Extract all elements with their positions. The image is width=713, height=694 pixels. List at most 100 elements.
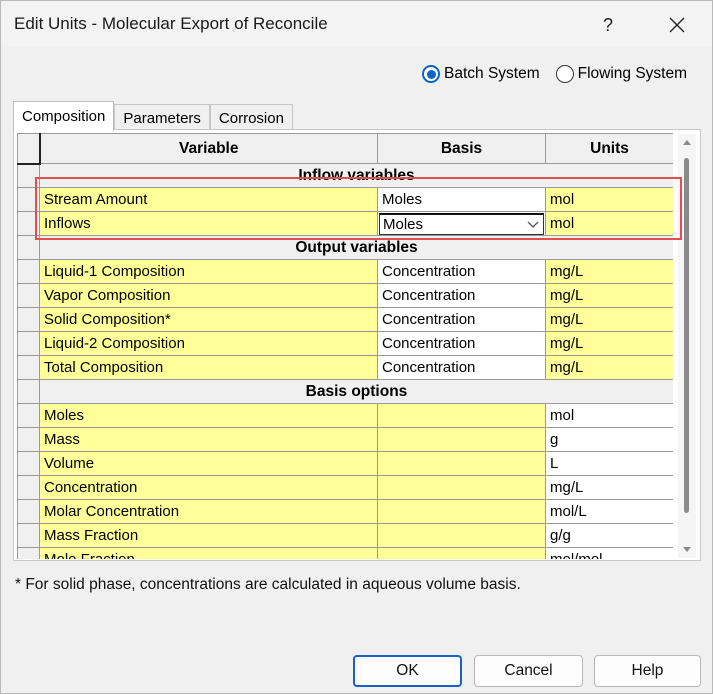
table-row[interactable]: Liquid-1 Composition Concentration mg/L (17, 259, 673, 284)
basis-cell[interactable]: Concentration (377, 259, 546, 284)
units-cell[interactable]: mol (545, 403, 673, 428)
tab-strip: Composition Parameters Corrosion (13, 101, 293, 132)
header-units[interactable]: Units (545, 133, 673, 164)
edit-units-dialog: Edit Units - Molecular Export of Reconci… (0, 0, 713, 694)
basis-cell[interactable]: Moles (377, 187, 546, 212)
radio-batch-system[interactable]: Batch System (422, 65, 540, 83)
scroll-down-arrow-icon[interactable] (683, 547, 691, 552)
row-header (17, 235, 40, 260)
basis-cell[interactable]: Concentration (377, 283, 546, 308)
row-header[interactable] (17, 331, 40, 356)
row-header[interactable] (17, 451, 40, 476)
variable-cell[interactable]: Liquid-1 Composition (39, 259, 378, 284)
section-inflow-label: Inflow variables (39, 163, 673, 188)
row-header[interactable] (17, 355, 40, 380)
table-row[interactable]: Moles mol (17, 403, 673, 428)
close-button[interactable] (654, 7, 700, 43)
grid-corner[interactable] (17, 133, 41, 165)
units-cell[interactable]: mol (545, 211, 673, 236)
units-cell[interactable]: mg/L (545, 259, 673, 284)
vertical-scrollbar[interactable] (678, 134, 696, 558)
radio-flowing-indicator[interactable] (555, 65, 574, 83)
units-cell[interactable]: g (545, 427, 673, 452)
basis-cell[interactable]: Concentration (377, 307, 546, 332)
variable-cell[interactable]: Moles (39, 403, 378, 428)
units-cell[interactable]: mg/L (545, 283, 673, 308)
header-variable[interactable]: Variable (39, 133, 378, 164)
table-row[interactable]: Mass Fraction g/g (17, 523, 673, 548)
radio-batch-indicator[interactable] (422, 65, 440, 83)
window-title: Edit Units - Molecular Export of Reconci… (14, 14, 328, 33)
chevron-down-icon[interactable] (524, 216, 542, 234)
variable-cell[interactable]: Inflows (39, 211, 378, 236)
basis-cell[interactable]: Concentration (377, 331, 546, 356)
scroll-up-arrow-icon[interactable] (683, 140, 691, 145)
tab-parameters[interactable]: Parameters (114, 104, 210, 132)
footnote-text: * For solid phase, concentrations are ca… (15, 576, 521, 593)
basis-cell (377, 427, 546, 452)
basis-dropdown[interactable]: Moles (379, 212, 544, 235)
title-bar: Edit Units - Molecular Export of Reconci… (1, 1, 712, 47)
variable-cell[interactable]: Stream Amount (39, 187, 378, 212)
variable-cell[interactable]: Volume (39, 451, 378, 476)
units-cell[interactable]: mg/L (545, 355, 673, 380)
table-row[interactable]: Vapor Composition Concentration mg/L (17, 283, 673, 308)
table-row[interactable]: Stream Amount Moles mol (17, 187, 673, 212)
units-cell[interactable]: mg/L (545, 331, 673, 356)
row-header[interactable] (17, 547, 40, 559)
section-output-label: Output variables (39, 235, 673, 260)
variable-cell[interactable]: Mass Fraction (39, 523, 378, 548)
section-output-row: Output variables (17, 235, 673, 260)
tab-corrosion[interactable]: Corrosion (209, 104, 293, 132)
row-header[interactable] (17, 259, 40, 284)
basis-cell[interactable]: Moles (377, 211, 546, 236)
variable-cell[interactable]: Concentration (39, 475, 378, 500)
table-row[interactable]: Mass g (17, 427, 673, 452)
help-title-button[interactable]: ? (585, 7, 631, 43)
units-cell[interactable]: mg/L (545, 307, 673, 332)
units-cell[interactable]: mol/mol (545, 547, 673, 559)
table-row[interactable]: Solid Composition* Concentration mg/L (17, 307, 673, 332)
variable-cell[interactable]: Solid Composition* (39, 307, 378, 332)
tab-composition[interactable]: Composition (13, 101, 115, 131)
row-header[interactable] (17, 283, 40, 308)
cancel-button[interactable]: Cancel (474, 655, 583, 687)
row-header[interactable] (17, 211, 40, 236)
table-row[interactable]: Inflows Moles mol (17, 211, 673, 236)
scroll-thumb[interactable] (684, 158, 689, 513)
table-row[interactable]: Concentration mg/L (17, 475, 673, 500)
basis-cell[interactable]: Concentration (377, 355, 546, 380)
help-button[interactable]: Help (594, 655, 701, 687)
radio-flowing-system[interactable]: Flowing System (555, 65, 687, 83)
table-row[interactable]: Liquid-2 Composition Concentration mg/L (17, 331, 673, 356)
basis-cell (377, 475, 546, 500)
variable-cell[interactable]: Mole Fraction (39, 547, 378, 559)
units-cell[interactable]: mg/L (545, 475, 673, 500)
variable-cell[interactable]: Vapor Composition (39, 283, 378, 308)
row-header (17, 163, 40, 188)
table-row[interactable]: Mole Fraction mol/mol (17, 547, 673, 559)
composition-panel: Variable Basis Units Inflow variables St… (13, 129, 701, 561)
row-header[interactable] (17, 523, 40, 548)
ok-button[interactable]: OK (353, 655, 462, 687)
units-cell[interactable]: L (545, 451, 673, 476)
units-cell[interactable]: mol/L (545, 499, 673, 524)
table-row[interactable]: Volume L (17, 451, 673, 476)
close-icon (669, 17, 685, 33)
table-row[interactable]: Total Composition Concentration mg/L (17, 355, 673, 380)
table-row[interactable]: Molar Concentration mol/L (17, 499, 673, 524)
header-basis[interactable]: Basis (377, 133, 546, 164)
variable-cell[interactable]: Total Composition (39, 355, 378, 380)
row-header[interactable] (17, 403, 40, 428)
row-header[interactable] (17, 499, 40, 524)
row-header[interactable] (17, 187, 40, 212)
row-header[interactable] (17, 427, 40, 452)
variable-cell[interactable]: Mass (39, 427, 378, 452)
row-header[interactable] (17, 307, 40, 332)
row-header[interactable] (17, 475, 40, 500)
basis-cell (377, 547, 546, 559)
units-cell[interactable]: g/g (545, 523, 673, 548)
variable-cell[interactable]: Molar Concentration (39, 499, 378, 524)
units-cell[interactable]: mol (545, 187, 673, 212)
variable-cell[interactable]: Liquid-2 Composition (39, 331, 378, 356)
